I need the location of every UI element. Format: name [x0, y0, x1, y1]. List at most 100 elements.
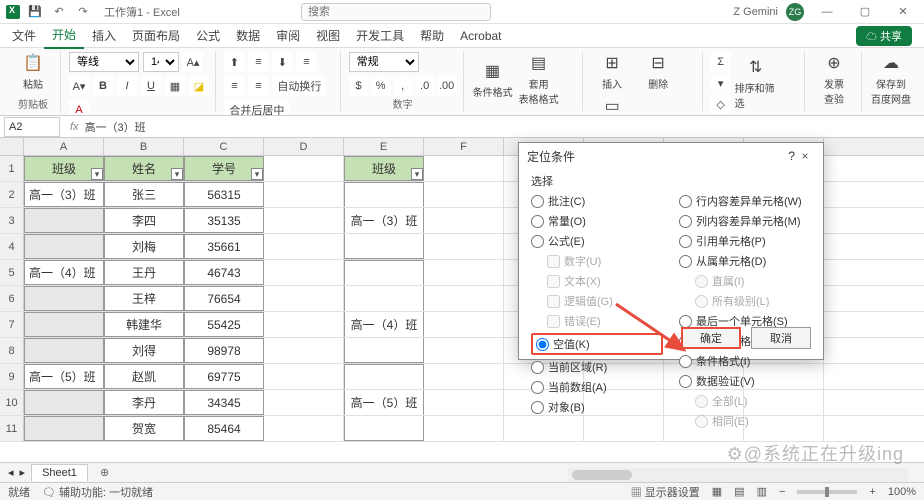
dlg-option[interactable]: 引用单元格(P): [679, 233, 811, 249]
cell-b[interactable]: 张三: [104, 182, 184, 207]
bold-icon[interactable]: B: [93, 76, 113, 96]
cell-b[interactable]: 王梓: [104, 286, 184, 311]
cell-e[interactable]: [344, 286, 424, 311]
row-head[interactable]: 7: [0, 312, 24, 337]
cell-e[interactable]: [344, 364, 424, 389]
cell-a[interactable]: [24, 234, 104, 259]
addin-button[interactable]: ⊕发票 查验: [813, 52, 855, 106]
filter-b-icon[interactable]: ▾: [171, 168, 183, 180]
sum-icon[interactable]: Σ: [711, 52, 731, 72]
tab-formulas[interactable]: 公式: [188, 23, 228, 48]
tab-help[interactable]: 帮助: [412, 23, 452, 48]
font-color-icon[interactable]: A: [69, 100, 89, 116]
row-head[interactable]: 1: [0, 156, 24, 181]
row-head[interactable]: 4: [0, 234, 24, 259]
max-icon[interactable]: ▢: [850, 2, 880, 22]
cell-a[interactable]: 高一（4）班: [24, 260, 104, 285]
cell-e[interactable]: 高一（4）班: [344, 312, 424, 337]
row-head[interactable]: 11: [0, 416, 24, 441]
cell-c[interactable]: 85464: [184, 416, 264, 441]
dlg-option[interactable]: 从属单元格(D): [679, 253, 811, 269]
comma-icon[interactable]: ,: [393, 76, 413, 96]
cell-e[interactable]: [344, 260, 424, 285]
cell-b[interactable]: 贺宽: [104, 416, 184, 441]
merge-button[interactable]: 合并后居中: [224, 100, 289, 116]
view-page-icon[interactable]: ▤: [734, 485, 744, 498]
cell-b[interactable]: 赵凯: [104, 364, 184, 389]
share-button[interactable]: ☁ 共享: [856, 26, 912, 46]
cell-b[interactable]: 韩建华: [104, 312, 184, 337]
cell-b[interactable]: 刘梅: [104, 234, 184, 259]
filter-e-icon[interactable]: ▾: [411, 168, 423, 180]
align-left-icon[interactable]: ≡: [296, 52, 316, 72]
tab-file[interactable]: 文件: [4, 23, 44, 48]
row-head[interactable]: 3: [0, 208, 24, 233]
row-head[interactable]: 8: [0, 338, 24, 363]
cell-c[interactable]: 35135: [184, 208, 264, 233]
border-icon[interactable]: ▦: [165, 76, 185, 96]
paste-button[interactable]: 📋粘贴: [12, 52, 54, 91]
cell-b[interactable]: 李丹: [104, 390, 184, 415]
cell-c[interactable]: 98978: [184, 338, 264, 363]
cell-a[interactable]: [24, 286, 104, 311]
dlg-option[interactable]: 条件格式(I): [679, 353, 811, 369]
redo-icon[interactable]: ↷: [74, 3, 92, 21]
row-head[interactable]: 9: [0, 364, 24, 389]
h-scrollbar[interactable]: [568, 468, 908, 482]
zoom-in-icon[interactable]: +: [869, 486, 875, 498]
dlg-option[interactable]: 数据验证(V): [679, 373, 811, 389]
clear-icon[interactable]: ◇: [711, 94, 731, 114]
zoom-level[interactable]: 100%: [888, 486, 916, 498]
cell-b[interactable]: 刘得: [104, 338, 184, 363]
cell-c[interactable]: 69775: [184, 364, 264, 389]
cancel-button[interactable]: 取消: [751, 327, 811, 349]
inc-dec-icon[interactable]: .0: [415, 76, 435, 96]
tab-review[interactable]: 审阅: [268, 23, 308, 48]
tab-layout[interactable]: 页面布局: [124, 23, 188, 48]
cell-a[interactable]: 高一（5）班: [24, 364, 104, 389]
col-c[interactable]: C: [184, 138, 264, 155]
cell-e[interactable]: 高一（3）班: [344, 208, 424, 233]
col-d[interactable]: D: [264, 138, 344, 155]
avatar[interactable]: ZG: [786, 3, 804, 21]
cell-e[interactable]: [344, 338, 424, 363]
cell-c[interactable]: 55425: [184, 312, 264, 337]
cell-c[interactable]: 35661: [184, 234, 264, 259]
view-normal-icon[interactable]: ▦: [712, 485, 722, 498]
align-center-icon[interactable]: ≡: [224, 76, 244, 96]
wrap-button[interactable]: 自动换行: [272, 76, 326, 96]
tab-insert[interactable]: 插入: [84, 23, 124, 48]
align-right-icon[interactable]: ≡: [248, 76, 268, 96]
min-icon[interactable]: —: [812, 2, 842, 22]
cell-e[interactable]: 高一（5）班: [344, 390, 424, 415]
dialog-help-icon[interactable]: ?: [788, 149, 795, 163]
cell-a[interactable]: [24, 416, 104, 441]
sheet-nav-next-icon[interactable]: ▸: [20, 466, 26, 479]
dlg-option[interactable]: 行内容差异单元格(W): [679, 193, 811, 209]
format-button[interactable]: ▭格式: [591, 95, 633, 116]
cell-e[interactable]: [344, 234, 424, 259]
tab-view[interactable]: 视图: [308, 23, 348, 48]
insert-button[interactable]: ⊞插入: [591, 52, 633, 91]
row-head[interactable]: 10: [0, 390, 24, 415]
search-box[interactable]: [301, 3, 491, 21]
sort-button[interactable]: ⇅排序和筛选: [735, 56, 777, 110]
col-a[interactable]: A: [24, 138, 104, 155]
cell-e[interactable]: [344, 416, 424, 441]
col-b[interactable]: B: [104, 138, 184, 155]
cell-a[interactable]: [24, 338, 104, 363]
dlg-option[interactable]: 公式(E): [531, 233, 663, 249]
dlg-option[interactable]: 当前区域(R): [531, 359, 663, 375]
cell-a[interactable]: [24, 208, 104, 233]
dec-dec-icon[interactable]: .00: [437, 76, 457, 96]
percent-icon[interactable]: %: [371, 76, 391, 96]
add-sheet-icon[interactable]: ⊕: [94, 466, 115, 479]
cell-b[interactable]: 李四: [104, 208, 184, 233]
fill-icon[interactable]: ◪: [189, 76, 209, 96]
underline-icon[interactable]: U: [141, 76, 161, 96]
formula-text[interactable]: 高一（3）班: [85, 119, 146, 135]
close-icon[interactable]: ✕: [888, 2, 918, 22]
name-box[interactable]: A2: [4, 117, 60, 137]
tab-home[interactable]: 开始: [44, 22, 84, 49]
select-all-corner[interactable]: [0, 138, 24, 155]
